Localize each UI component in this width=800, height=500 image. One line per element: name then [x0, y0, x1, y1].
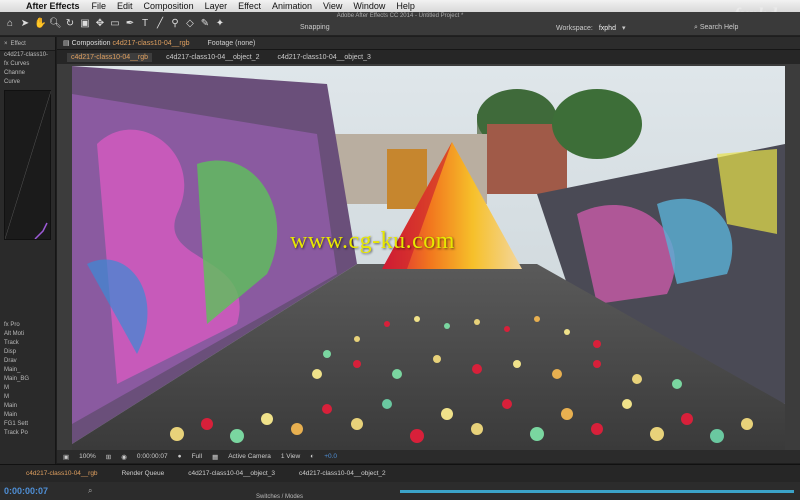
viewer-controls-bar: ▣ 100% ⊞ ◉ 0:00:00:07 ● Full ▦ Active Ca… [57, 450, 800, 463]
camera-snapshot-icon[interactable]: ◉ [121, 453, 127, 461]
composition-viewer[interactable]: www.cg-ku.com [57, 64, 800, 450]
effect-row[interactable]: M [0, 393, 55, 402]
effect-row[interactable]: Channe [0, 69, 55, 78]
search-help-field[interactable]: ⌕ Search Help [694, 24, 738, 32]
exposure-value[interactable]: +0.0 [324, 453, 337, 460]
menu-composition[interactable]: Composition [144, 1, 194, 11]
composition-panel-label: Composition [71, 40, 111, 47]
window-title: Adobe After Effects CC 2014 - Untitled P… [336, 13, 464, 19]
timeline-tabs: c4d217-class10-04__rgb Render Queue c4d2… [0, 464, 800, 482]
effect-controls-panel: × Effect c4d217-class10- fx Curves Chann… [0, 37, 56, 464]
comp-subtab-object-3[interactable]: c4d217-class10-04__object_3 [273, 53, 374, 62]
effect-row[interactable]: Track [0, 339, 55, 348]
current-time[interactable]: 0:00:00:07 [4, 486, 48, 496]
effect-controls-tab-label: Effect [10, 40, 26, 47]
composition-panel-header: ▤ Composition c4d217-class10-04__rgb Foo… [57, 37, 800, 50]
effect-row[interactable]: Drav [0, 357, 55, 366]
effect-row[interactable]: Curve [0, 78, 55, 87]
close-icon[interactable]: × [4, 41, 8, 47]
menu-file[interactable]: File [92, 1, 107, 11]
timeline-tab-object-3[interactable]: c4d217-class10-04__object_3 [188, 470, 275, 477]
timeline-tab-render-queue[interactable]: Render Queue [122, 470, 165, 477]
fit-icon[interactable]: ⊞ [106, 453, 111, 461]
effect-controls-tab[interactable]: × Effect [0, 37, 55, 51]
zoom-dropdown[interactable]: 100% [79, 453, 96, 460]
curve-line [4, 90, 52, 240]
search-icon: ⌕ [694, 24, 698, 31]
website-watermark: www.cg-ku.com [290, 228, 455, 254]
menu-effect[interactable]: Effect [238, 1, 261, 11]
footage-tab[interactable]: Footage (none) [208, 40, 256, 47]
workspace-value[interactable]: fxphd [599, 25, 616, 32]
color-icon[interactable]: ● [178, 453, 182, 460]
effect-row[interactable]: fx Curves [0, 60, 55, 69]
effect-row[interactable]: Main_BG [0, 375, 55, 384]
timeline-tab-object-2[interactable]: c4d217-class10-04__object_2 [299, 470, 386, 477]
region-icon[interactable]: ▣ [63, 453, 69, 461]
exposure-icon[interactable]: ◐ [310, 453, 314, 460]
menu-edit[interactable]: Edit [117, 1, 133, 11]
menu-view[interactable]: View [323, 1, 342, 11]
effect-row[interactable]: Main [0, 411, 55, 420]
effect-row[interactable]: FG1 Sett [0, 420, 55, 429]
menu-app-name[interactable]: After Effects [26, 1, 80, 11]
composition-name: c4d217-class10-04__rgb [112, 40, 190, 47]
composition-subtabs: c4d217-class10-04__rgb c4d217-class10-04… [57, 50, 800, 64]
effect-row[interactable]: M [0, 384, 55, 393]
comp-subtab-rgb[interactable]: c4d217-class10-04__rgb [67, 52, 153, 62]
effect-row[interactable]: fx Pro [0, 321, 55, 330]
effect-row[interactable]: Track Po [0, 429, 55, 438]
effect-row[interactable]: Main_ [0, 366, 55, 375]
timeline-tab-rgb[interactable]: c4d217-class10-04__rgb [26, 470, 98, 477]
effect-row[interactable]: Disp [0, 348, 55, 357]
menu-bar: After Effects File Edit Composition Laye… [0, 0, 800, 12]
resolution-dropdown[interactable]: Full [192, 453, 202, 460]
scene-image [57, 64, 800, 450]
workspace-selector[interactable]: Workspace: fxphd ▾ [556, 24, 626, 33]
composition-icon: ▤ [63, 40, 70, 47]
transparency-grid-icon[interactable]: ▦ [212, 453, 218, 461]
effect-row[interactable]: Main [0, 402, 55, 411]
menu-window[interactable]: Window [353, 1, 385, 11]
camera-dropdown[interactable]: Active Camera [228, 453, 271, 460]
menu-layer[interactable]: Layer [205, 1, 228, 11]
effect-row: c4d217-class10- [4, 52, 49, 58]
search-help-label: Search Help [699, 24, 739, 31]
menu-help[interactable]: Help [396, 1, 415, 11]
workspace-label: Workspace: [556, 24, 593, 32]
effect-row[interactable]: Alt Moti [0, 330, 55, 339]
curves-graph[interactable] [4, 90, 52, 240]
switches-modes-toggle[interactable]: Switches / Modes [256, 494, 303, 500]
viewer-timecode[interactable]: 0:00:00:07 [137, 453, 168, 460]
work-area-bar[interactable] [400, 490, 794, 493]
menu-animation[interactable]: Animation [272, 1, 312, 11]
composition-tab[interactable]: ▤ Composition c4d217-class10-04__rgb [63, 39, 190, 47]
search-icon[interactable]: ⌕ [88, 486, 92, 496]
views-dropdown[interactable]: 1 View [281, 453, 300, 460]
comp-subtab-object-2[interactable]: c4d217-class10-04__object_2 [162, 53, 263, 62]
chevron-down-icon[interactable]: ▾ [622, 24, 626, 32]
snapping-toggle[interactable]: Snapping [300, 24, 330, 31]
